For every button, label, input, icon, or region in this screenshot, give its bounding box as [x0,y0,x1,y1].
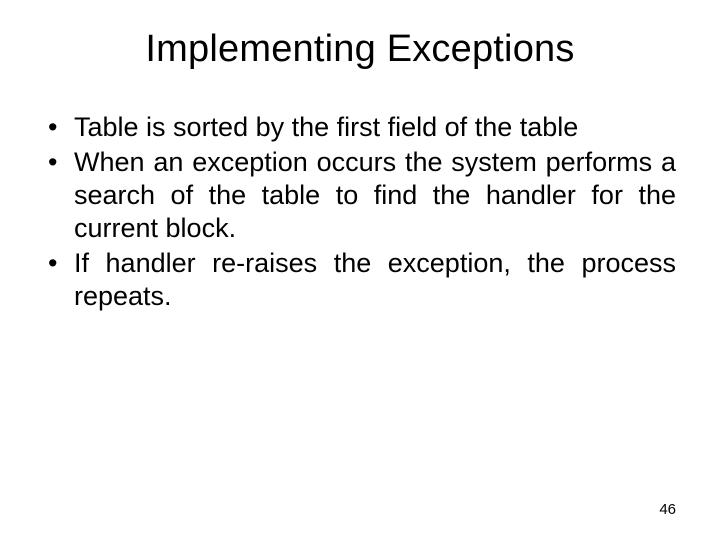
bullet-list: Table is sorted by the first field of th… [44,111,676,313]
slide: Implementing Exceptions Table is sorted … [0,0,720,540]
list-item: If handler re-raises the exception, the … [44,247,676,313]
slide-title: Implementing Exceptions [44,28,676,71]
list-item: When an exception occurs the system perf… [44,146,676,245]
list-item: Table is sorted by the first field of th… [44,111,676,144]
page-number: 46 [659,501,676,518]
